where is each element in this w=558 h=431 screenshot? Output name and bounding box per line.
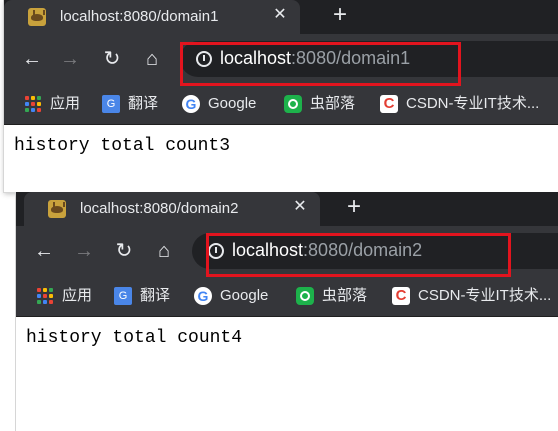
forward-arrow-icon[interactable]: → — [72, 239, 96, 263]
browser-window-domain1: localhost:8080/domain1 ✕ + ← → ↻ ⌂ local… — [4, 0, 558, 192]
history-count-text: history total count3 — [14, 136, 231, 156]
info-icon[interactable] — [208, 243, 224, 259]
back-arrow-icon[interactable]: ← — [32, 239, 56, 263]
back-arrow-icon[interactable]: ← — [20, 47, 44, 71]
reload-icon[interactable]: ↻ — [112, 239, 136, 263]
bookmark-label: 虫部落 — [322, 287, 368, 304]
tomcat-favicon-icon — [28, 8, 46, 26]
info-icon[interactable] — [196, 51, 212, 67]
url-path: :8080/domain1 — [291, 48, 411, 68]
address-bar[interactable]: localhost:8080/domain2 — [192, 233, 558, 269]
toolbar: ← → ↻ ⌂ localhost:8080/domain1 — [4, 34, 558, 84]
bookmark-label: 应用 — [62, 287, 93, 304]
tab-strip: localhost:8080/domain2 ✕ + — [16, 192, 558, 226]
close-icon[interactable]: ✕ — [290, 197, 310, 217]
bookmark-label: Google — [220, 287, 269, 304]
bookmark-label: Google — [208, 95, 257, 112]
home-icon[interactable]: ⌂ — [152, 239, 176, 263]
bookmark-label: 应用 — [50, 95, 81, 112]
tomcat-favicon-icon — [48, 200, 66, 218]
bookmarks-bar: 应用 G 翻译 G Google 虫部落 C CSDN-专业IT技术... — [16, 276, 558, 317]
url-host: localhost — [232, 240, 304, 260]
toolbar: ← → ↻ ⌂ localhost:8080/domain2 — [16, 226, 558, 276]
tab-strip: localhost:8080/domain1 ✕ + — [4, 0, 558, 34]
new-tab-button[interactable]: + — [328, 3, 352, 28]
tab-domain1[interactable]: localhost:8080/domain1 ✕ — [4, 0, 300, 34]
browser-window-domain2: localhost:8080/domain2 ✕ + ← → ↻ ⌂ local… — [16, 192, 558, 431]
csdn-icon: C — [380, 95, 398, 113]
google-icon: G — [194, 287, 212, 305]
translate-icon: G — [114, 287, 132, 305]
forward-arrow-icon[interactable]: → — [58, 47, 82, 71]
url-text[interactable]: localhost:8080/domain2 — [232, 240, 422, 261]
address-bar[interactable]: localhost:8080/domain1 — [180, 41, 558, 77]
google-icon: G — [182, 95, 200, 113]
tab-title: localhost:8080/domain2 — [80, 200, 239, 217]
translate-icon: G — [102, 95, 120, 113]
page-content: history total count3 — [4, 125, 558, 192]
bookmark-label: CSDN-专业IT技术... — [406, 95, 540, 112]
home-icon[interactable]: ⌂ — [140, 47, 164, 71]
new-tab-button[interactable]: + — [342, 195, 366, 220]
chongbuluo-icon — [296, 287, 314, 305]
close-icon[interactable]: ✕ — [270, 5, 290, 25]
bookmark-label: 虫部落 — [310, 95, 356, 112]
bookmark-label: CSDN-专业IT技术... — [418, 287, 552, 304]
tab-domain2[interactable]: localhost:8080/domain2 ✕ — [24, 192, 320, 226]
history-count-text: history total count4 — [26, 328, 243, 348]
page-content: history total count4 — [16, 317, 558, 431]
bookmark-label: 翻译 — [128, 95, 159, 112]
tab-title: localhost:8080/domain1 — [60, 8, 219, 25]
url-text[interactable]: localhost:8080/domain1 — [220, 48, 410, 69]
url-host: localhost — [220, 48, 292, 68]
csdn-icon: C — [392, 287, 410, 305]
apps-grid-icon — [24, 95, 42, 113]
reload-icon[interactable]: ↻ — [100, 47, 124, 71]
chongbuluo-icon — [284, 95, 302, 113]
url-path: :8080/domain2 — [303, 240, 423, 260]
apps-grid-icon — [36, 287, 54, 305]
bookmarks-bar: 应用 G 翻译 G Google 虫部落 C CSDN-专业IT技术... — [4, 84, 558, 125]
bookmark-label: 翻译 — [140, 287, 171, 304]
